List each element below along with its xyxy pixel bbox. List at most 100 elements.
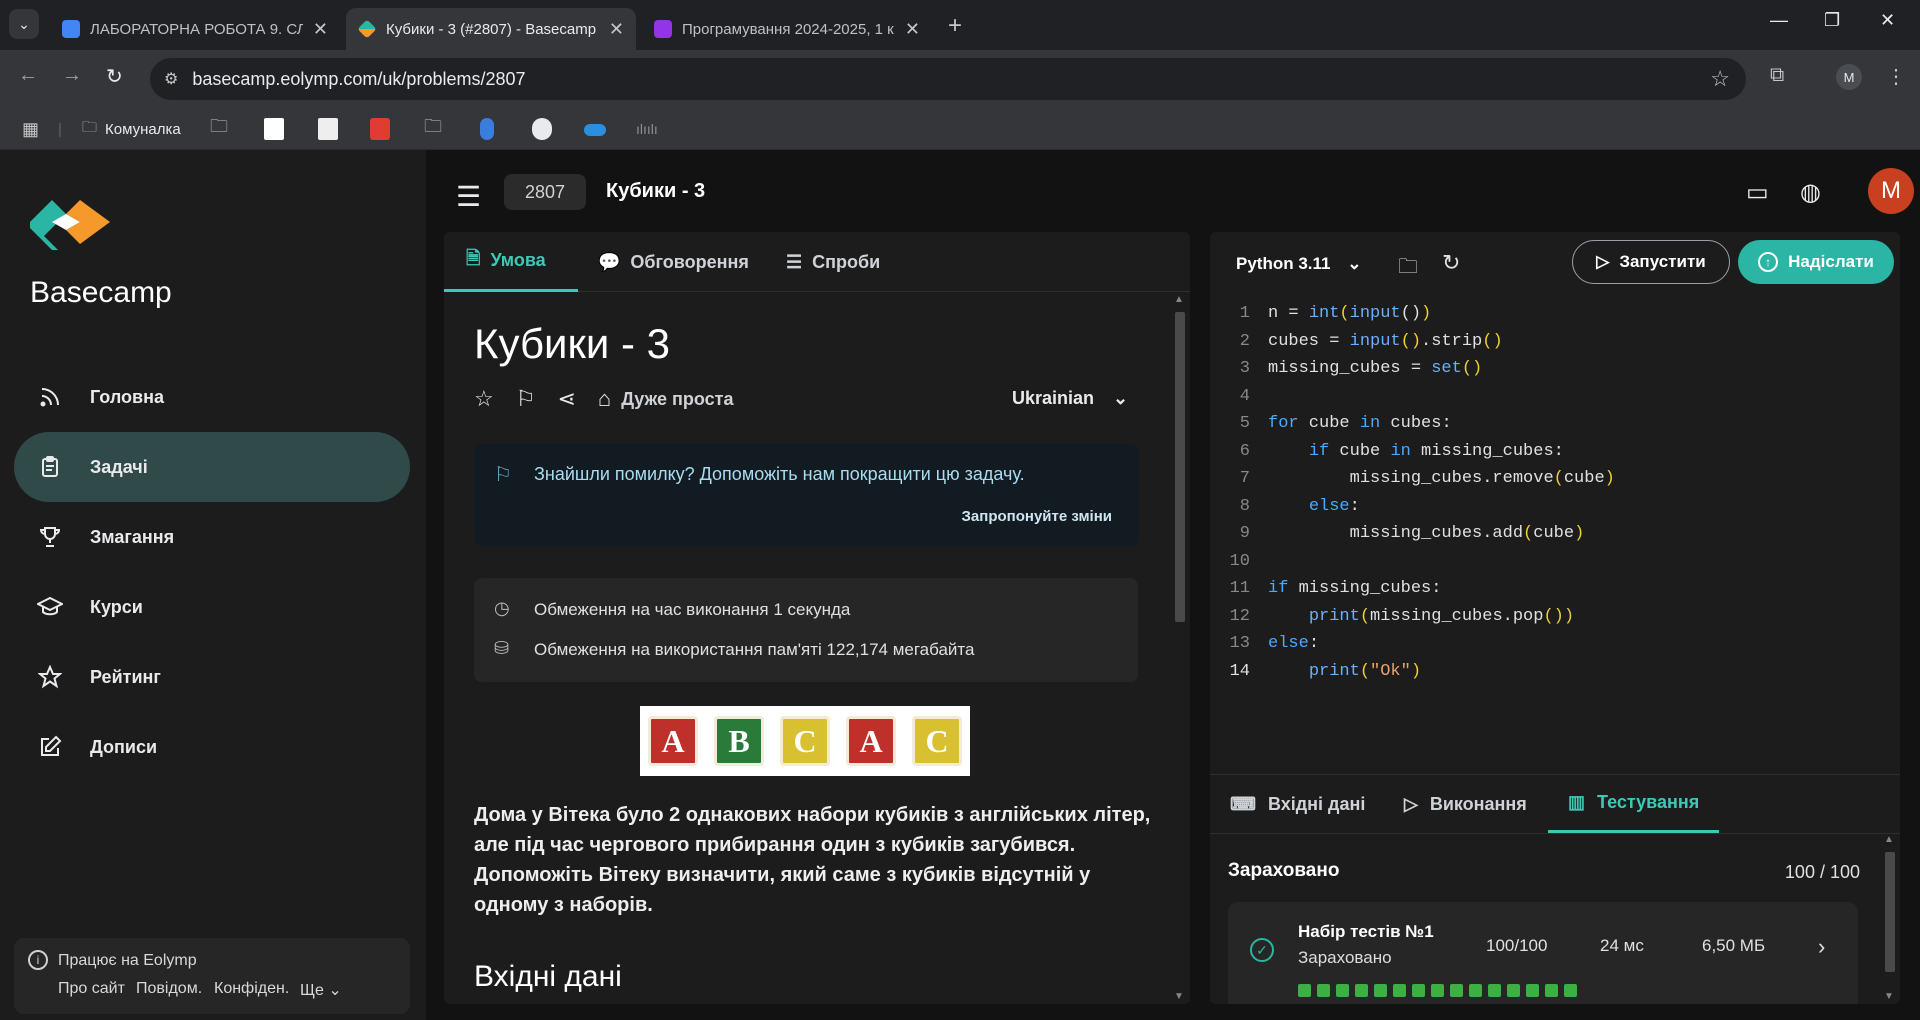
url-text[interactable]: basecamp.eolymp.com/uk/problems/2807 xyxy=(192,69,525,90)
restore-icon[interactable]: ❐ xyxy=(1824,10,1840,31)
cube-c: C xyxy=(780,716,830,766)
scroll-up-icon[interactable]: ▲ xyxy=(1174,294,1184,305)
line-number: 2 xyxy=(1239,332,1250,351)
onedrive-icon[interactable] xyxy=(584,124,606,136)
footer-link-privacy[interactable]: Конфіден. xyxy=(214,980,289,998)
tab-execution[interactable]: ▷ Виконання xyxy=(1404,775,1527,833)
editor-panel: Python 3.11 ⌄ 🗀 ↻ ▷ Запустити ↑ Надіслати … xyxy=(1210,232,1900,1004)
tab-testing[interactable]: ▥ Тестування xyxy=(1548,775,1720,833)
scrollbar[interactable]: ▲ ▼ xyxy=(1880,832,1900,1004)
sidebar-item-courses[interactable]: Курси xyxy=(14,572,410,642)
chevron-right-icon[interactable]: › xyxy=(1818,934,1825,960)
close-icon[interactable]: ✕ xyxy=(905,19,920,40)
bookmark-folder-komunalka[interactable]: 🗀 Комуналка xyxy=(82,118,181,140)
edit-icon xyxy=(36,733,64,761)
bookmark-cisco-icon[interactable]: ılıılı xyxy=(636,118,658,140)
apps-grid-icon[interactable]: ▦ xyxy=(22,118,39,140)
footer-link-report[interactable]: Повідом. xyxy=(136,980,202,998)
code-line: n = int(input()) xyxy=(1268,304,1432,323)
omnibox[interactable]: ⚙ basecamp.eolymp.com/uk/problems/2807 ☆ xyxy=(150,58,1746,100)
globe-icon[interactable]: ◍ xyxy=(1800,178,1821,207)
back-arrow-icon[interactable]: ← xyxy=(18,64,38,87)
line-number: 14 xyxy=(1229,662,1250,681)
tag-icon[interactable]: ⌂ xyxy=(598,386,611,412)
user-avatar[interactable]: M xyxy=(1868,168,1914,214)
sidebar-item-rating[interactable]: Рейтинг xyxy=(14,642,410,712)
share-icon[interactable]: ⋖ xyxy=(557,386,575,412)
star-icon[interactable]: ☆ xyxy=(474,386,494,412)
scroll-up-icon[interactable]: ▲ xyxy=(1884,834,1894,845)
scrollbar-thumb[interactable] xyxy=(1885,852,1895,972)
profile-avatar[interactable]: M xyxy=(1836,64,1862,90)
tab-discussion[interactable]: 💬 Обговорення xyxy=(598,232,749,292)
bookmark-monitor-icon[interactable] xyxy=(264,118,284,140)
flag-icon[interactable]: ⚐ xyxy=(516,386,536,412)
forward-arrow-icon[interactable]: → xyxy=(62,64,82,87)
reset-icon[interactable]: ↻ xyxy=(1442,250,1460,276)
folder-open-icon[interactable]: 🗀 xyxy=(1398,252,1418,286)
line-number: 11 xyxy=(1229,579,1250,598)
tab-statement[interactable]: 🗎 Умова xyxy=(444,232,578,292)
footer-link-more[interactable]: Ще ⌄ xyxy=(300,980,342,1000)
tab-input-data[interactable]: ⌨ Вхідні дані xyxy=(1230,775,1365,833)
sidebar-item-home[interactable]: Головна xyxy=(14,362,410,432)
chevron-down-icon: ⌄ xyxy=(1347,254,1362,273)
close-icon[interactable]: ✕ xyxy=(609,19,624,40)
divider: | xyxy=(58,120,62,138)
tab-attempts[interactable]: ☰ Спроби xyxy=(786,232,880,292)
window-layout-icon[interactable]: ▭ xyxy=(1746,178,1769,207)
scrollbar-thumb[interactable] xyxy=(1175,312,1185,622)
language-select[interactable]: Ukrainian ⌄ xyxy=(1012,388,1128,409)
folder-icon[interactable]: 🗀 xyxy=(210,116,228,140)
line-number: 1 xyxy=(1239,304,1250,323)
folder-icon[interactable]: 🗀 xyxy=(424,116,442,140)
sidebar-item-problems[interactable]: Задачі xyxy=(14,432,410,502)
code-line: missing_cubes.add(cube) xyxy=(1268,524,1585,543)
document-icon: 🗎 xyxy=(466,247,481,268)
test-results-dots xyxy=(1298,984,1583,997)
browser-tab-1[interactable]: ЛАБОРАТОРНА РОБОТА 9. СЛ ✕ xyxy=(50,8,340,50)
footer-link-about[interactable]: Про сайт xyxy=(58,980,125,998)
cube-b: B xyxy=(714,716,764,766)
tab-search-button[interactable]: ⌄ xyxy=(9,9,39,39)
github-icon[interactable] xyxy=(532,118,552,140)
scroll-down-icon[interactable]: ▼ xyxy=(1884,991,1894,1002)
basecamp-logo-icon[interactable] xyxy=(30,192,110,252)
cube-c: C xyxy=(912,716,962,766)
sidebar-item-posts[interactable]: Дописи xyxy=(14,712,410,782)
star-icon xyxy=(36,663,64,691)
suggest-changes-link[interactable]: Запропонуйте зміни xyxy=(962,508,1112,525)
bookmark-auto-icon[interactable] xyxy=(318,118,338,140)
main-area: ☰ 2807 Кубики - 3 ▭ ◍ M 🗎 Умова 💬 Обговоре… xyxy=(426,150,1920,1020)
window-close-icon[interactable]: ✕ xyxy=(1880,10,1895,31)
new-tab-plus-icon[interactable]: + xyxy=(948,12,962,40)
submit-button[interactable]: ↑ Надіслати xyxy=(1738,240,1894,284)
reload-icon[interactable]: ↻ xyxy=(106,64,123,89)
result-tabs: ⌨ Вхідні дані ▷ Виконання ▥ Тестування xyxy=(1210,774,1900,834)
browser-menu-icon[interactable]: ⋮ xyxy=(1886,64,1906,89)
code-line: else: xyxy=(1308,497,1360,516)
bookmark-blue-icon[interactable] xyxy=(480,118,494,140)
list-icon: ☰ xyxy=(786,251,803,272)
scroll-down-icon[interactable]: ▼ xyxy=(1174,991,1184,1002)
extensions-puzzle-icon[interactable]: ⧉ xyxy=(1770,64,1784,87)
clipboard-icon xyxy=(36,453,64,481)
memory-limit: Обмеження на використання пам'яті 122,17… xyxy=(534,640,975,659)
test-passed-dot xyxy=(1393,984,1406,997)
sidebar: Basecamp Головна Задачі Змагання Курси Р… xyxy=(0,150,426,1020)
scrollbar[interactable]: ▲ ▼ xyxy=(1170,292,1190,1004)
line-number: 13 xyxy=(1229,634,1250,653)
bookmark-red-icon[interactable] xyxy=(370,118,390,140)
language-dropdown[interactable]: Python 3.11 ⌄ xyxy=(1236,254,1361,274)
sidebar-item-contests[interactable]: Змагання xyxy=(14,502,410,572)
test-set-card[interactable]: ✓ Набір тестів №1 Зараховано 100/100 24 … xyxy=(1228,902,1858,1004)
code-editor[interactable]: 1 n = int(input()) 2 cubes = input().str… xyxy=(1210,296,1900,766)
close-icon[interactable]: ✕ xyxy=(313,19,328,40)
minimize-icon[interactable]: — xyxy=(1770,10,1788,31)
site-info-icon[interactable]: ⚙ xyxy=(164,69,178,89)
bookmark-star-icon[interactable]: ☆ xyxy=(1710,66,1730,92)
browser-tab-3[interactable]: Програмування 2024-2025, 1 к ✕ xyxy=(642,8,932,50)
menu-hamburger-icon[interactable]: ☰ xyxy=(456,180,481,213)
run-button[interactable]: ▷ Запустити xyxy=(1572,240,1730,284)
browser-tab-2[interactable]: Кубики - 3 (#2807) - Basecamp ✕ xyxy=(346,8,636,50)
